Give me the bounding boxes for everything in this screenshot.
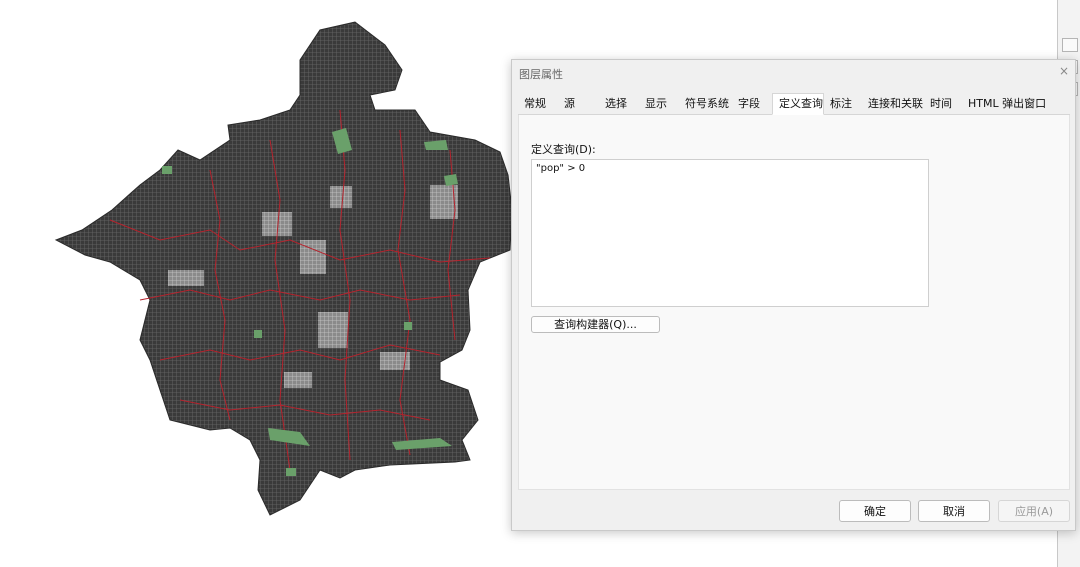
- ok-button[interactable]: 确定: [839, 500, 911, 522]
- tab-general[interactable]: 常规: [518, 94, 558, 114]
- tab-labels[interactable]: 标注: [824, 94, 862, 114]
- query-builder-button[interactable]: 查询构建器(Q)...: [531, 316, 660, 333]
- definition-query-input[interactable]: "pop" > 0: [531, 159, 929, 307]
- layer-properties-dialog: 图层属性 × 常规 源 选择 显示 符号系统 字段 定义查询 标注 连接和关联 …: [511, 59, 1076, 531]
- panel-button[interactable]: [1062, 38, 1078, 52]
- tab-joins-relates[interactable]: 连接和关联: [862, 94, 924, 114]
- cancel-button[interactable]: 取消: [918, 500, 990, 522]
- tab-definition-query[interactable]: 定义查询: [772, 93, 824, 115]
- tab-html-popup[interactable]: HTML 弹出窗口: [962, 94, 1052, 114]
- tab-bar: 常规 源 选择 显示 符号系统 字段 定义查询 标注 连接和关联 时间 HTML…: [518, 93, 1070, 115]
- apply-button[interactable]: 应用(A): [998, 500, 1070, 522]
- tab-selection[interactable]: 选择: [599, 94, 639, 114]
- dialog-title: 图层属性: [519, 68, 563, 81]
- definition-query-panel: 定义查询(D): "pop" > 0 查询构建器(Q)...: [518, 115, 1070, 490]
- tab-source[interactable]: 源: [558, 94, 599, 114]
- tab-display[interactable]: 显示: [639, 94, 679, 114]
- tab-symbology[interactable]: 符号系统: [679, 94, 732, 114]
- definition-query-label: 定义查询(D):: [531, 143, 596, 156]
- tab-fields[interactable]: 字段: [732, 94, 772, 114]
- tab-time[interactable]: 时间: [924, 94, 962, 114]
- close-icon[interactable]: ×: [1059, 64, 1069, 78]
